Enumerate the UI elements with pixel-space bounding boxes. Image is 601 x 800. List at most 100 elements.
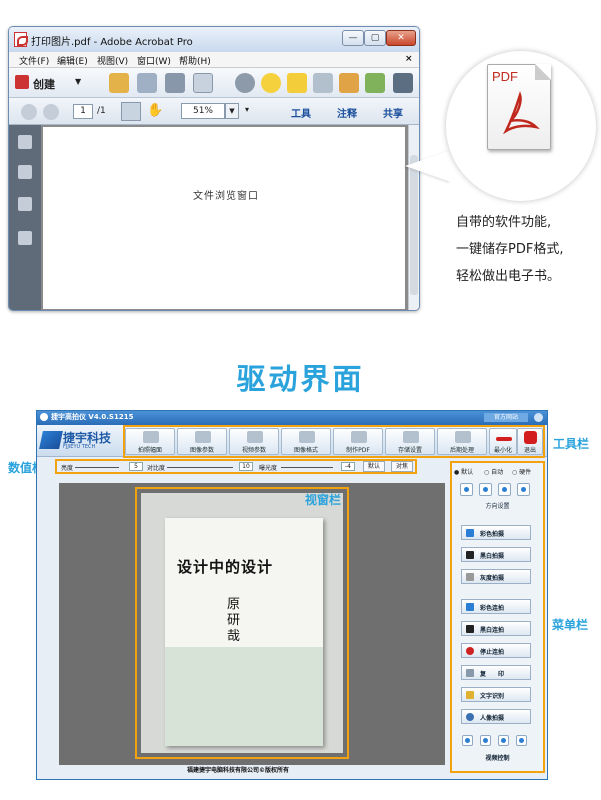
stop-burst-button[interactable]: 停止连拍 xyxy=(461,643,531,658)
brightness-value[interactable]: 5 xyxy=(129,462,143,471)
select-tool-icon[interactable] xyxy=(121,102,141,121)
stop-burst-label: 停止连拍 xyxy=(480,649,505,656)
bw-capture-icon xyxy=(466,551,474,559)
next-page-icon[interactable] xyxy=(43,104,59,120)
signature-icon[interactable] xyxy=(18,231,32,245)
menu-edit[interactable]: 编辑(E) xyxy=(57,54,88,67)
contrast-value[interactable]: 10 xyxy=(239,462,253,471)
gray-capture-button[interactable]: 灰度拍摄 xyxy=(461,569,531,584)
menu-view[interactable]: 视图(V) xyxy=(97,54,128,67)
rotate-up-icon[interactable] xyxy=(460,483,473,496)
menu-help[interactable]: 帮助(H) xyxy=(179,54,211,67)
comment-icon[interactable] xyxy=(261,73,281,93)
create-dropdown-icon[interactable]: ▼ xyxy=(75,77,81,86)
image-params-button[interactable]: 图像参数 xyxy=(177,428,227,455)
maximize-button[interactable]: ▢ xyxy=(364,30,386,46)
menu-window[interactable]: 窗口(W) xyxy=(137,54,171,67)
rotate-left-icon[interactable] xyxy=(498,483,511,496)
brightness-slider[interactable] xyxy=(75,467,119,468)
portrait-button[interactable]: 人像拍摄 xyxy=(461,709,531,724)
close-button[interactable]: ✕ xyxy=(386,30,416,46)
acrobat-title: 打印图片.pdf - Adobe Acrobat Pro xyxy=(31,37,193,48)
export-icon[interactable] xyxy=(339,73,359,93)
video-params-button[interactable]: 视频参数 xyxy=(229,428,279,455)
highlight-icon[interactable] xyxy=(287,73,307,93)
tools-panel-link[interactable]: 工具 xyxy=(291,105,311,120)
minimize-app-button[interactable]: 最小化 xyxy=(489,428,517,455)
document-page[interactable]: 文件浏览窗口 xyxy=(43,127,405,309)
page-number-input[interactable]: 1 xyxy=(73,104,93,119)
fullscreen-icon[interactable] xyxy=(393,73,413,93)
color-burst-button[interactable]: 彩色连拍 xyxy=(461,599,531,614)
bw-burst-icon xyxy=(466,625,474,633)
pdf-file-icon xyxy=(14,32,28,47)
gears-icon xyxy=(247,431,263,443)
rotate-reset-icon[interactable] xyxy=(517,483,530,496)
email-icon[interactable] xyxy=(193,73,213,93)
menu-file[interactable]: 文件(F) xyxy=(19,54,49,67)
fit-view-icon[interactable] xyxy=(516,735,527,746)
save-icon[interactable] xyxy=(137,73,157,93)
share-panel-link[interactable]: 共享 xyxy=(383,105,403,120)
page-total: /1 xyxy=(97,106,106,116)
focus-button[interactable]: 对焦 xyxy=(391,461,413,472)
contrast-label: 对比度 xyxy=(147,465,166,472)
pages-icon[interactable] xyxy=(18,135,32,149)
open-folder-icon[interactable] xyxy=(109,73,129,93)
contrast-slider[interactable] xyxy=(167,467,233,468)
logo-subtext: FJJIEYU TECH xyxy=(63,444,96,450)
bookmark-icon[interactable] xyxy=(18,165,32,179)
attachment-icon[interactable] xyxy=(18,197,32,211)
official-site-link[interactable]: 官方网站 xyxy=(484,413,528,422)
image-format-label: 图像格式 xyxy=(293,447,318,454)
share-file-icon[interactable] xyxy=(365,73,385,93)
ocr-button[interactable]: 文字识别 xyxy=(461,687,531,702)
storage-icon xyxy=(403,431,419,443)
hand-tool-icon[interactable]: ✋ xyxy=(147,103,163,119)
prev-page-icon[interactable] xyxy=(21,104,37,120)
comment-panel-link[interactable]: 注释 xyxy=(337,105,357,120)
make-pdf-button[interactable]: 制作PDF xyxy=(333,428,383,455)
toolbar-options-icon[interactable]: ▾ xyxy=(245,105,249,114)
brightness-label: 亮度 xyxy=(61,465,74,472)
exit-button[interactable]: 退出 xyxy=(517,428,543,455)
app-close-icon[interactable] xyxy=(534,413,543,422)
zoom-out-icon[interactable] xyxy=(498,735,509,746)
navigation-pane xyxy=(9,125,41,310)
zoom-dropdown-icon[interactable]: ▼ xyxy=(225,103,239,119)
post-process-button[interactable]: 后期处理 xyxy=(437,428,487,455)
exposure-value[interactable]: -4 xyxy=(341,462,355,471)
zoom-in-icon[interactable] xyxy=(480,735,491,746)
copyright-footer: 福建捷宇电脑科技有限公司©版权所有 xyxy=(187,767,290,774)
navigation-toolbar: 1 /1 ✋ 51% ▼ ▾ 工具 注释 共享 xyxy=(9,98,419,125)
copy-label: 复 印 xyxy=(480,671,505,678)
ocr-icon xyxy=(466,691,474,699)
zoom-select[interactable]: 51% xyxy=(181,103,225,119)
minimize-button[interactable]: — xyxy=(342,30,364,46)
radio-default[interactable]: ● 默认 xyxy=(454,467,473,476)
rotate-right-icon[interactable] xyxy=(479,483,492,496)
bw-burst-button[interactable]: 黑白连拍 xyxy=(461,621,531,636)
sign-icon[interactable] xyxy=(313,73,333,93)
bw-capture-button[interactable]: 黑白拍摄 xyxy=(461,547,531,562)
copier-icon xyxy=(466,669,474,677)
annotation-viewport: 视窗栏 xyxy=(305,493,342,507)
copy-button[interactable]: 复 印 xyxy=(461,665,531,680)
create-button[interactable]: 创建 xyxy=(33,76,55,92)
default-button[interactable]: 默认 xyxy=(363,461,385,472)
photo-size-button[interactable]: 拍照幅面 xyxy=(125,428,175,455)
radio-hardware-label: 硬件 xyxy=(519,469,532,476)
acrobat-logo-icon xyxy=(502,91,540,135)
photo-size-icon xyxy=(143,431,159,443)
menu-close-icon[interactable]: × xyxy=(405,54,413,64)
video-record-icon[interactable] xyxy=(462,735,473,746)
storage-settings-button[interactable]: 存储设置 xyxy=(385,428,435,455)
exposure-slider[interactable] xyxy=(281,467,333,468)
color-capture-button[interactable]: 彩色拍摄 xyxy=(461,525,531,540)
settings-gear-icon[interactable] xyxy=(235,73,255,93)
radio-hardware[interactable]: ○ 硬件 xyxy=(512,467,531,476)
image-format-button[interactable]: 图像格式 xyxy=(281,428,331,455)
print-icon[interactable] xyxy=(165,73,185,93)
radio-auto[interactable]: ○ 自动 xyxy=(484,467,503,476)
gray-capture-icon xyxy=(466,573,474,581)
